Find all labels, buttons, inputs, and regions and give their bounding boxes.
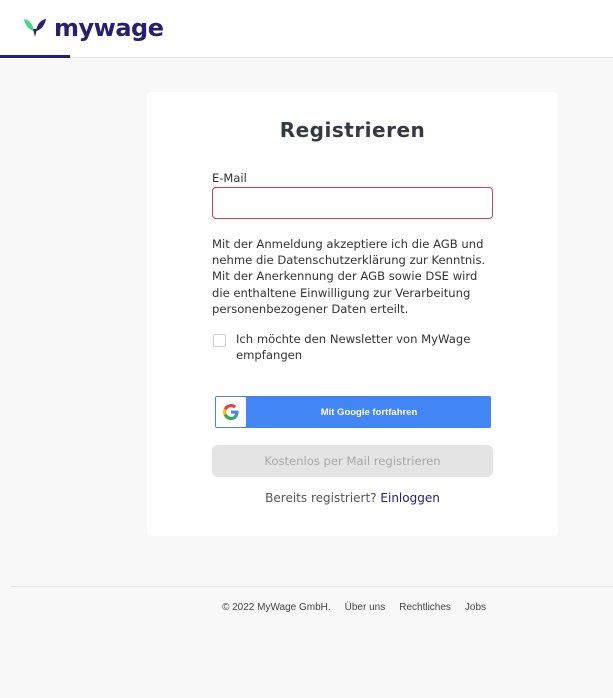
active-nav-indicator bbox=[0, 55, 70, 58]
page-title: Registrieren bbox=[279, 118, 426, 142]
footer-link-legal[interactable]: Rechtliches bbox=[399, 602, 451, 613]
mywage-leaf-icon bbox=[24, 19, 46, 37]
footer-link-jobs[interactable]: Jobs bbox=[465, 602, 486, 613]
copyright-text: © 2022 MyWage GmbH. bbox=[221, 602, 331, 613]
google-signin-button[interactable]: Mit Google fortfahren bbox=[215, 396, 491, 428]
login-prompt: Bereits registriert? Einloggen bbox=[147, 491, 558, 505]
newsletter-checkbox[interactable] bbox=[213, 334, 226, 347]
register-by-mail-button[interactable]: Kostenlos per Mail registrieren bbox=[212, 445, 493, 477]
footer: © 2022 MyWage GmbH. Über uns Rechtliches… bbox=[0, 602, 613, 613]
legal-notice-text: Mit der Anmeldung akzeptiere ich die AGB… bbox=[212, 237, 486, 316]
google-icon bbox=[223, 404, 239, 420]
footer-link-about[interactable]: Über uns bbox=[345, 602, 386, 613]
already-registered-text: Bereits registriert? bbox=[265, 491, 377, 505]
login-link[interactable]: Einloggen bbox=[380, 491, 439, 505]
logo[interactable]: mywage bbox=[22, 14, 164, 42]
top-navigation-bar: mywage bbox=[0, 0, 613, 58]
logo-text: mywage bbox=[54, 14, 164, 42]
email-field[interactable] bbox=[212, 187, 493, 219]
google-icon-box bbox=[216, 397, 246, 427]
email-label: E-Mail bbox=[212, 171, 247, 185]
google-button-label: Mit Google fortfahren bbox=[320, 406, 418, 418]
footer-divider bbox=[11, 586, 613, 587]
newsletter-option[interactable]: Ich möchte den Newsletter von MyWage emp… bbox=[213, 331, 486, 363]
legal-notice: Mit der Anmeldung akzeptiere ich die AGB… bbox=[212, 236, 496, 317]
newsletter-label[interactable]: Ich möchte den Newsletter von MyWage emp… bbox=[236, 331, 486, 363]
